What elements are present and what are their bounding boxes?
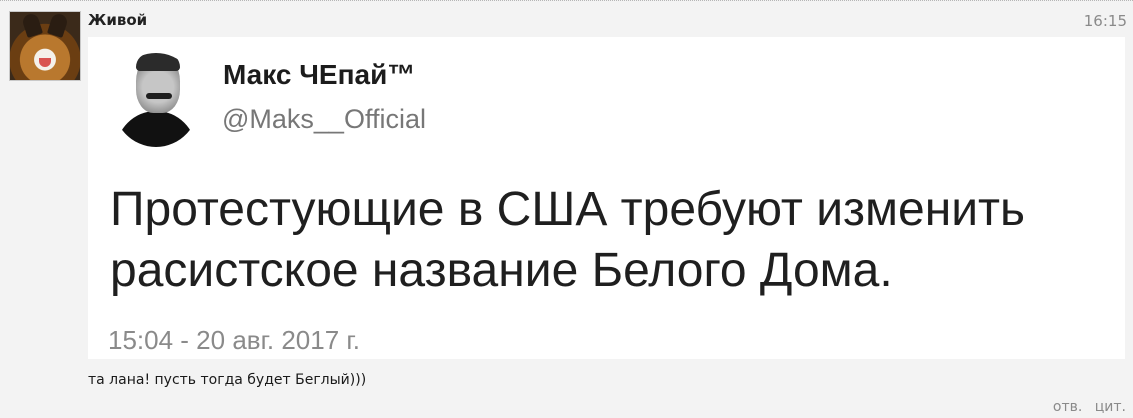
post-author[interactable]: Живой <box>88 11 147 29</box>
avatar-mustache-shape <box>146 93 172 99</box>
tweet-date: 15:04 - 20 авг. 2017 г. <box>108 325 360 355</box>
avatar[interactable] <box>9 11 81 81</box>
dog-ear-left <box>20 12 44 38</box>
reply-link[interactable]: отв. <box>1053 399 1082 415</box>
dog-ear-right <box>46 12 70 38</box>
dog-tongue <box>39 58 51 67</box>
post-divider <box>0 0 1133 1</box>
post-actions: отв. цит. <box>1045 399 1126 415</box>
tweet-author-avatar <box>112 53 200 147</box>
avatar-hair-shape <box>136 53 180 71</box>
avatar-body-shape <box>116 111 196 147</box>
tweet-text-line-1: Протестующие в США требуют изменить <box>110 183 1026 236</box>
tweet-author-handle: @Maks__Official <box>222 104 426 134</box>
tweet-text-line-2: расистское название Белого Дома. <box>110 244 893 297</box>
quote-link[interactable]: цит. <box>1095 399 1126 415</box>
tweet-text: Протестующие в США требуют изменить раси… <box>110 179 1120 301</box>
post-time: 16:15 <box>1083 12 1127 30</box>
tweet-author-name: Макс ЧЕпай™ <box>223 59 416 90</box>
tweet-screenshot-image: Макс ЧЕпай™ @Maks__Official Протестующие… <box>88 37 1125 359</box>
post-message: та лана! пусть тогда будет Беглый))) <box>88 372 367 388</box>
